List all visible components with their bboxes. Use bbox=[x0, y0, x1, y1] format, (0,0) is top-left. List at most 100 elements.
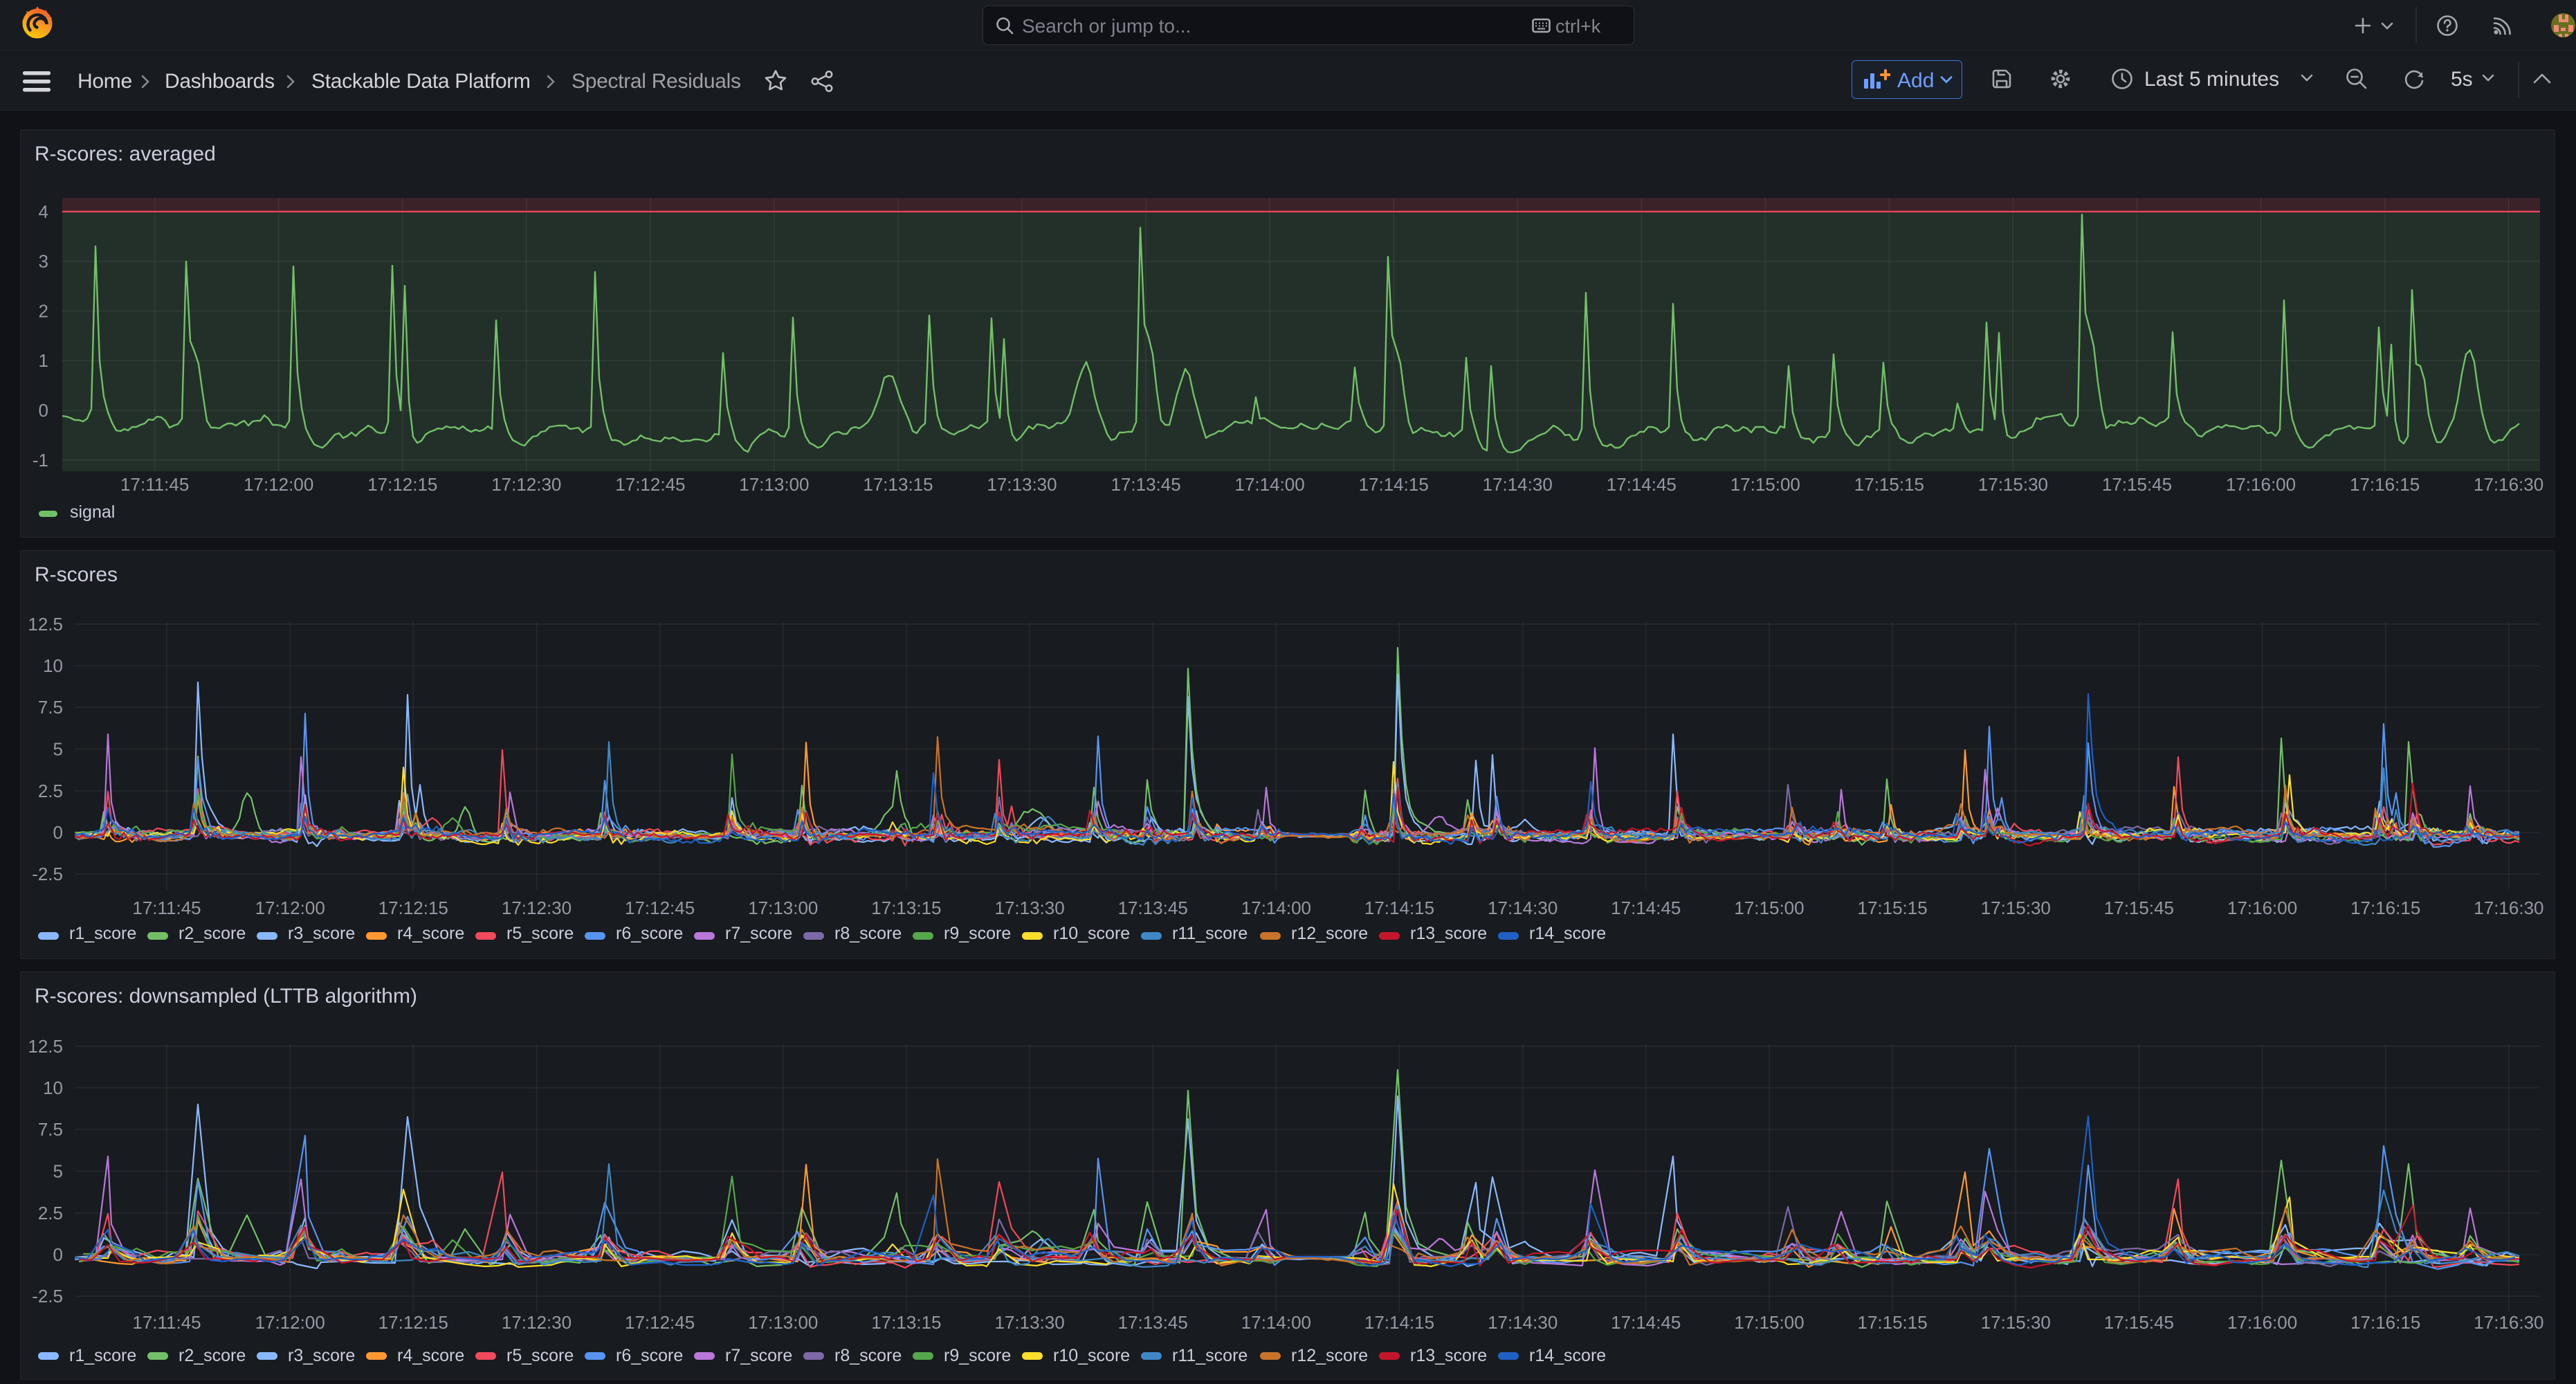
svg-text:10: 10 bbox=[43, 655, 63, 676]
svg-text:r9_score: r9_score bbox=[944, 924, 1011, 943]
svg-text:7.5: 7.5 bbox=[38, 1119, 63, 1140]
svg-text:r13_score: r13_score bbox=[1410, 924, 1487, 943]
svg-text:17:13:30: 17:13:30 bbox=[994, 1312, 1064, 1333]
svg-text:r14_score: r14_score bbox=[1529, 924, 1606, 943]
svg-text:12.5: 12.5 bbox=[28, 1036, 63, 1057]
svg-text:2.5: 2.5 bbox=[38, 781, 63, 801]
svg-text:r10_score: r10_score bbox=[1053, 1346, 1130, 1365]
svg-text:17:16:30: 17:16:30 bbox=[2474, 898, 2543, 918]
svg-text:r10_score: r10_score bbox=[1053, 924, 1130, 943]
svg-text:R-scores: R-scores bbox=[35, 563, 118, 586]
svg-text:17:15:30: 17:15:30 bbox=[1981, 898, 2051, 918]
svg-text:17:15:45: 17:15:45 bbox=[2102, 474, 2172, 495]
svg-text:17:14:45: 17:14:45 bbox=[1607, 474, 1677, 495]
svg-text:17:12:45: 17:12:45 bbox=[625, 898, 695, 918]
svg-text:r8_score: r8_score bbox=[834, 924, 902, 943]
svg-text:r12_score: r12_score bbox=[1291, 1346, 1368, 1365]
svg-text:17:12:45: 17:12:45 bbox=[625, 1312, 695, 1333]
svg-text:-1: -1 bbox=[33, 450, 48, 471]
svg-text:5: 5 bbox=[53, 1161, 63, 1182]
svg-text:17:13:45: 17:13:45 bbox=[1118, 898, 1188, 918]
svg-text:r7_score: r7_score bbox=[725, 1346, 792, 1365]
svg-text:12.5: 12.5 bbox=[28, 614, 63, 635]
svg-text:17:12:15: 17:12:15 bbox=[378, 1312, 448, 1333]
svg-text:r2_score: r2_score bbox=[179, 924, 246, 943]
svg-text:10: 10 bbox=[43, 1077, 63, 1098]
svg-text:signal: signal bbox=[70, 502, 115, 522]
svg-text:17:11:45: 17:11:45 bbox=[120, 474, 189, 495]
svg-text:1: 1 bbox=[39, 350, 48, 371]
svg-text:R-scores: averaged: R-scores: averaged bbox=[35, 143, 216, 165]
svg-text:-2.5: -2.5 bbox=[32, 864, 63, 884]
svg-text:r8_score: r8_score bbox=[834, 1346, 902, 1365]
svg-text:r1_score: r1_score bbox=[69, 924, 136, 943]
svg-text:r11_score: r11_score bbox=[1172, 924, 1248, 943]
svg-text:r6_score: r6_score bbox=[616, 924, 683, 943]
svg-text:r4_score: r4_score bbox=[397, 1346, 464, 1365]
svg-text:17:15:00: 17:15:00 bbox=[1734, 898, 1804, 918]
svg-text:4: 4 bbox=[39, 201, 48, 222]
svg-text:17:16:30: 17:16:30 bbox=[2474, 474, 2543, 495]
svg-text:17:13:30: 17:13:30 bbox=[987, 474, 1057, 495]
svg-text:2: 2 bbox=[39, 300, 48, 321]
svg-text:17:15:30: 17:15:30 bbox=[1978, 474, 2048, 495]
svg-text:17:16:00: 17:16:00 bbox=[2226, 474, 2296, 495]
svg-text:17:12:30: 17:12:30 bbox=[502, 898, 572, 918]
svg-text:17:11:45: 17:11:45 bbox=[132, 1312, 201, 1333]
svg-text:17:16:00: 17:16:00 bbox=[2227, 898, 2297, 918]
svg-text:R-scores: downsampled (LTTB al: R-scores: downsampled (LTTB algorithm) bbox=[35, 985, 417, 1008]
svg-text:0: 0 bbox=[39, 400, 48, 421]
svg-text:r4_score: r4_score bbox=[397, 924, 464, 943]
svg-text:17:14:15: 17:14:15 bbox=[1364, 898, 1434, 918]
svg-text:17:13:15: 17:13:15 bbox=[871, 898, 941, 918]
svg-text:17:14:45: 17:14:45 bbox=[1611, 898, 1681, 918]
svg-text:17:15:45: 17:15:45 bbox=[2104, 898, 2174, 918]
svg-text:-2.5: -2.5 bbox=[32, 1286, 63, 1306]
svg-text:r1_score: r1_score bbox=[69, 1346, 136, 1365]
svg-text:17:12:15: 17:12:15 bbox=[367, 474, 437, 495]
svg-text:17:14:15: 17:14:15 bbox=[1364, 1312, 1434, 1333]
svg-text:17:14:00: 17:14:00 bbox=[1241, 898, 1311, 918]
svg-text:17:16:00: 17:16:00 bbox=[2227, 1312, 2297, 1333]
svg-text:17:12:00: 17:12:00 bbox=[255, 1312, 325, 1333]
svg-text:r12_score: r12_score bbox=[1291, 924, 1368, 943]
svg-text:17:15:15: 17:15:15 bbox=[1857, 898, 1927, 918]
svg-text:17:15:15: 17:15:15 bbox=[1857, 1312, 1927, 1333]
svg-text:17:13:15: 17:13:15 bbox=[863, 474, 933, 495]
svg-text:17:15:30: 17:15:30 bbox=[1981, 1312, 2051, 1333]
svg-text:17:13:00: 17:13:00 bbox=[739, 474, 809, 495]
svg-text:17:15:45: 17:15:45 bbox=[2104, 1312, 2174, 1333]
svg-text:17:14:30: 17:14:30 bbox=[1483, 474, 1553, 495]
svg-text:17:16:15: 17:16:15 bbox=[2350, 898, 2420, 918]
svg-text:7.5: 7.5 bbox=[38, 697, 63, 718]
svg-text:17:16:15: 17:16:15 bbox=[2350, 1312, 2420, 1333]
svg-text:17:12:45: 17:12:45 bbox=[615, 474, 685, 495]
svg-text:r3_score: r3_score bbox=[288, 1346, 355, 1365]
svg-text:17:13:45: 17:13:45 bbox=[1118, 1312, 1188, 1333]
svg-text:17:14:45: 17:14:45 bbox=[1611, 1312, 1681, 1333]
svg-text:17:12:30: 17:12:30 bbox=[491, 474, 561, 495]
svg-text:r9_score: r9_score bbox=[944, 1346, 1011, 1365]
svg-text:17:12:15: 17:12:15 bbox=[378, 898, 448, 918]
svg-text:17:14:30: 17:14:30 bbox=[1488, 1312, 1558, 1333]
svg-text:0: 0 bbox=[53, 1244, 63, 1265]
svg-text:17:14:30: 17:14:30 bbox=[1488, 898, 1558, 918]
svg-text:r6_score: r6_score bbox=[616, 1346, 683, 1365]
svg-text:17:14:00: 17:14:00 bbox=[1241, 1312, 1311, 1333]
svg-text:r7_score: r7_score bbox=[725, 924, 792, 943]
svg-text:17:13:30: 17:13:30 bbox=[994, 898, 1064, 918]
svg-text:r2_score: r2_score bbox=[179, 1346, 246, 1365]
svg-text:r3_score: r3_score bbox=[288, 924, 355, 943]
svg-text:17:12:30: 17:12:30 bbox=[502, 1312, 572, 1333]
svg-text:17:14:15: 17:14:15 bbox=[1359, 474, 1429, 495]
svg-text:17:12:00: 17:12:00 bbox=[244, 474, 313, 495]
svg-text:17:14:00: 17:14:00 bbox=[1234, 474, 1304, 495]
svg-text:17:13:00: 17:13:00 bbox=[748, 1312, 818, 1333]
svg-text:17:15:00: 17:15:00 bbox=[1730, 474, 1800, 495]
svg-text:r5_score: r5_score bbox=[506, 924, 574, 943]
svg-text:5: 5 bbox=[53, 739, 63, 760]
svg-text:17:13:00: 17:13:00 bbox=[748, 898, 818, 918]
svg-text:17:13:45: 17:13:45 bbox=[1111, 474, 1180, 495]
svg-text:r14_score: r14_score bbox=[1529, 1346, 1606, 1365]
svg-text:3: 3 bbox=[39, 251, 48, 272]
